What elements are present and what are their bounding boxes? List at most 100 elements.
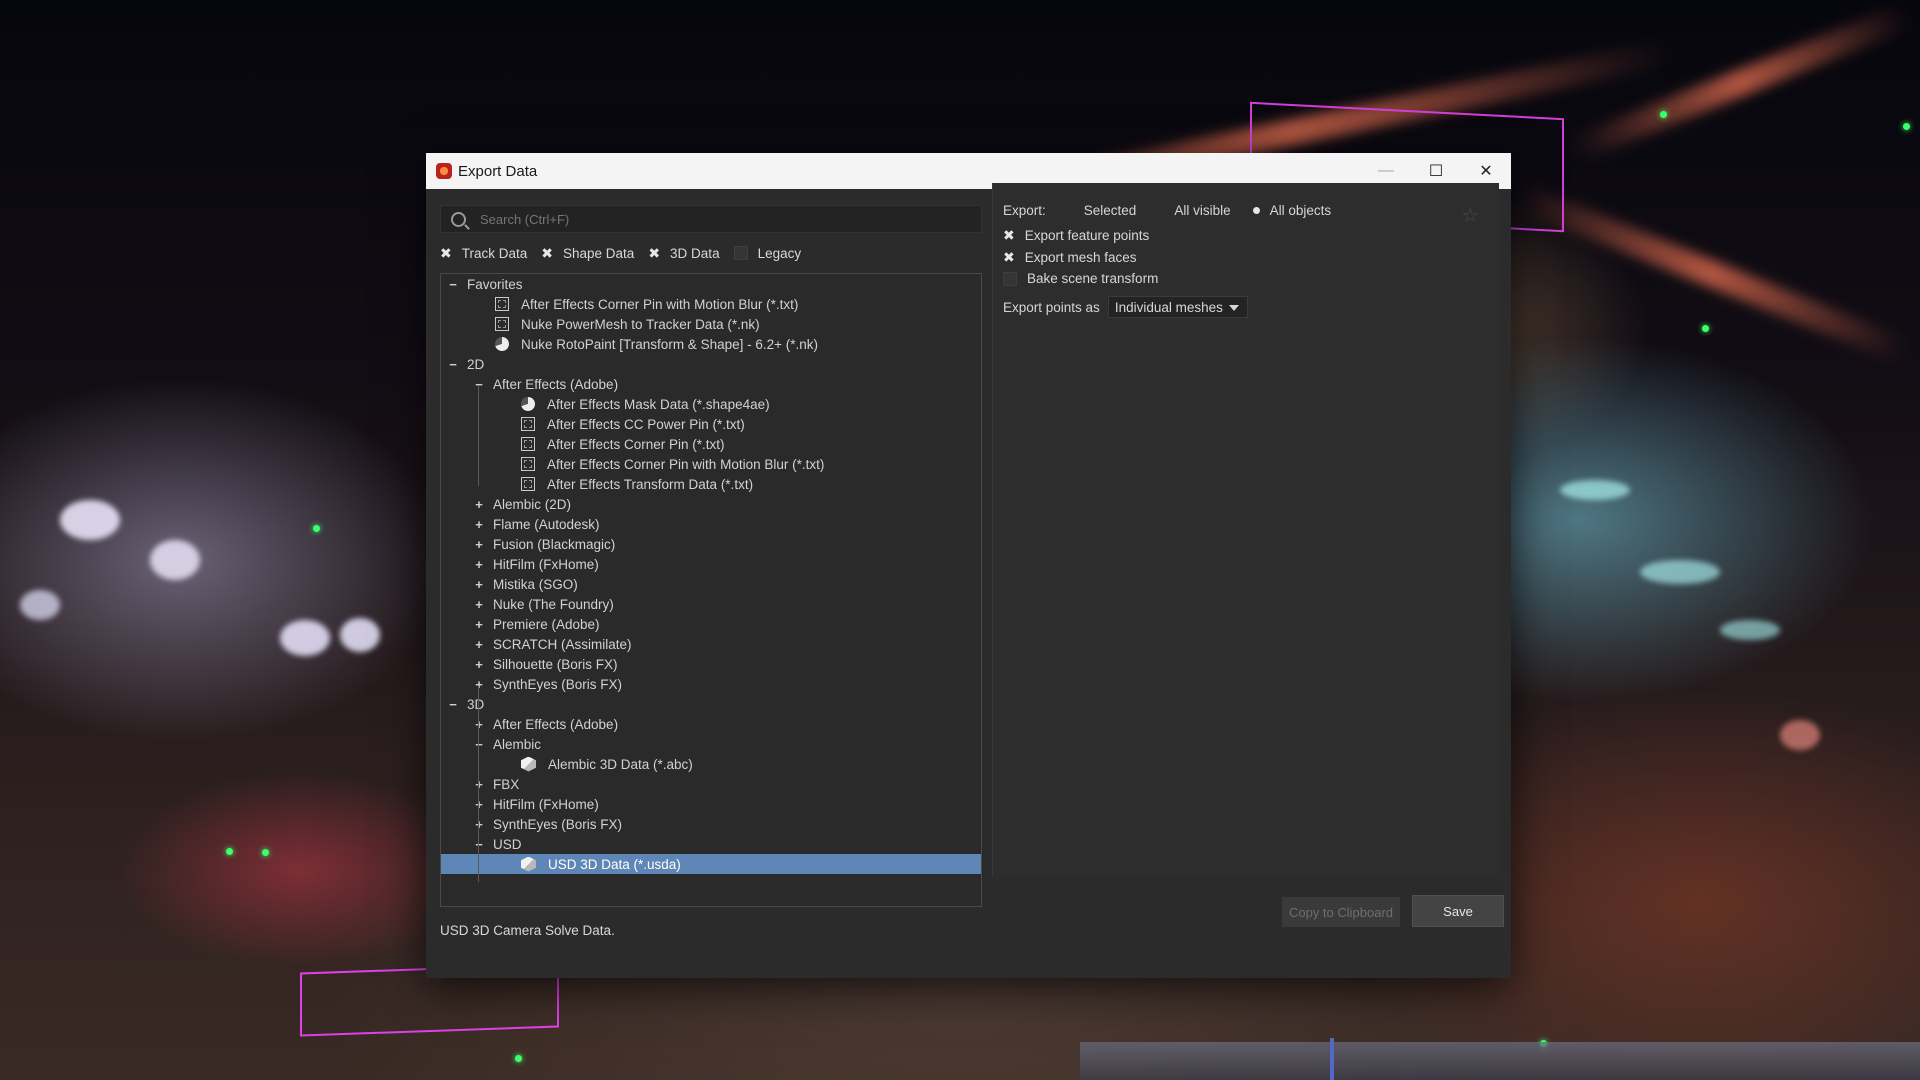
favorite-star-icon[interactable]: ☆ bbox=[1461, 203, 1479, 228]
tree-item[interactable]: After Effects Corner Pin with Motion Blu… bbox=[441, 294, 981, 314]
tree-vendor[interactable]: +Flame (Autodesk) bbox=[441, 514, 981, 534]
expand-icon[interactable]: + bbox=[473, 558, 485, 570]
tree-vendor[interactable]: + After Effects (Adobe) bbox=[441, 714, 981, 734]
tree-vendor[interactable]: +Silhouette (Boris FX) bbox=[441, 654, 981, 674]
radio-all-objects[interactable] bbox=[1251, 205, 1262, 216]
tree-vendor[interactable]: +Nuke (The Foundry) bbox=[441, 594, 981, 614]
tree-vendor[interactable]: +SynthEyes (Boris FX) bbox=[441, 814, 981, 834]
format-tree: − Favorites After Effects Corner Pin wit… bbox=[440, 273, 982, 907]
tree-vendor[interactable]: +HitFilm (FxHome) bbox=[441, 794, 981, 814]
track-point bbox=[1660, 111, 1667, 118]
search-box bbox=[440, 205, 982, 233]
expand-icon[interactable]: + bbox=[473, 638, 485, 650]
expand-icon[interactable]: + bbox=[473, 618, 485, 630]
filter-shape-data[interactable]: ✖ Shape Data bbox=[541, 245, 634, 262]
tree-item[interactable]: After Effects Mask Data (*.shape4ae) bbox=[441, 394, 981, 414]
tree-vendor[interactable]: +FBX bbox=[441, 774, 981, 794]
copy-to-clipboard-button[interactable]: Copy to Clipboard bbox=[1282, 897, 1400, 927]
tree-label: After Effects Mask Data (*.shape4ae) bbox=[547, 397, 770, 412]
tree-item[interactable]: After Effects Corner Pin with Motion Blu… bbox=[441, 454, 981, 474]
tree-vendor[interactable]: +Mistika (SGO) bbox=[441, 574, 981, 594]
points-as-dropdown[interactable]: Individual meshes bbox=[1108, 296, 1248, 318]
bokeh-light bbox=[1720, 620, 1780, 640]
expand-icon[interactable]: + bbox=[473, 678, 485, 690]
light-beam bbox=[1510, 182, 1909, 363]
search-icon bbox=[451, 212, 466, 227]
expand-icon[interactable]: + bbox=[473, 578, 485, 590]
light-beam bbox=[1568, 4, 1912, 163]
tree-item[interactable]: After Effects CC Power Pin (*.txt) bbox=[441, 414, 981, 434]
tree-label: Alembic 3D Data (*.abc) bbox=[548, 757, 693, 772]
tree-vendor[interactable]: +SynthEyes (Boris FX) bbox=[441, 674, 981, 694]
expand-icon[interactable]: + bbox=[473, 518, 485, 530]
radio-all-visible[interactable] bbox=[1156, 206, 1166, 216]
tree-vendor[interactable]: +Premiere (Adobe) bbox=[441, 614, 981, 634]
tree-vendor[interactable]: +Fusion (Blackmagic) bbox=[441, 534, 981, 554]
tree-group-2d[interactable]: − 2D bbox=[441, 354, 981, 374]
filter-track-data[interactable]: ✖ Track Data bbox=[440, 245, 527, 262]
expand-icon[interactable]: + bbox=[473, 798, 485, 810]
export-points-as-row: Export points as Individual meshes bbox=[1003, 296, 1248, 318]
filter-row: ✖ Track Data ✖ Shape Data ✖ 3D Data Lega… bbox=[440, 243, 815, 263]
bokeh-light bbox=[1780, 720, 1820, 750]
track-data-icon bbox=[495, 297, 509, 311]
tree-label: Alembic (2D) bbox=[493, 497, 571, 512]
tree-item[interactable]: Nuke RotoPaint [Transform & Shape] - 6.2… bbox=[441, 334, 981, 354]
expand-icon[interactable]: + bbox=[473, 598, 485, 610]
3d-data-icon bbox=[521, 857, 536, 872]
window-title: Export Data bbox=[458, 163, 537, 180]
radio-selected[interactable] bbox=[1066, 206, 1076, 216]
checkbox-checked-icon: ✖ bbox=[1003, 227, 1015, 244]
collapse-icon[interactable]: − bbox=[473, 838, 485, 850]
collapse-icon[interactable]: − bbox=[447, 358, 459, 370]
tree-item[interactable]: After Effects Transform Data (*.txt) bbox=[441, 474, 981, 494]
check-export-feature-points[interactable]: ✖ Export feature points bbox=[1003, 227, 1149, 244]
collapse-icon[interactable]: − bbox=[447, 278, 459, 290]
filter-legacy[interactable]: Legacy bbox=[734, 246, 802, 261]
expand-icon[interactable]: + bbox=[473, 778, 485, 790]
tree-label: After Effects Transform Data (*.txt) bbox=[547, 477, 753, 492]
app-logo-icon bbox=[436, 163, 452, 179]
filter-label: 3D Data bbox=[670, 246, 720, 261]
track-data-icon bbox=[521, 457, 535, 471]
tree-vendor-after-effects[interactable]: − After Effects (Adobe) bbox=[441, 374, 981, 394]
export-data-dialog: Export Data — ☐ ✕ ✖ Track Data ✖ Shape D… bbox=[426, 153, 1511, 978]
expand-icon[interactable]: + bbox=[473, 718, 485, 730]
tree-label: 3D bbox=[467, 697, 484, 712]
save-button[interactable]: Save bbox=[1412, 895, 1504, 927]
tree-label: HitFilm (FxHome) bbox=[493, 557, 599, 572]
checkbox-checked-icon: ✖ bbox=[648, 245, 660, 262]
expand-icon[interactable]: + bbox=[473, 538, 485, 550]
tree-vendor[interactable]: + HitFilm (FxHome) bbox=[441, 554, 981, 574]
expand-icon[interactable]: + bbox=[473, 498, 485, 510]
check-export-mesh-faces[interactable]: ✖ Export mesh faces bbox=[1003, 249, 1137, 266]
tree-label: After Effects (Adobe) bbox=[493, 717, 618, 732]
track-point bbox=[262, 849, 269, 856]
expand-icon[interactable]: + bbox=[473, 658, 485, 670]
tree-vendor[interactable]: + Alembic (2D) bbox=[441, 494, 981, 514]
options-panel: Export: Selected All visible All objects… bbox=[992, 183, 1499, 876]
tree-vendor-usd[interactable]: −USD bbox=[441, 834, 981, 854]
tree-label: Nuke RotoPaint [Transform & Shape] - 6.2… bbox=[521, 337, 818, 352]
checkbox-unchecked-icon bbox=[734, 246, 748, 260]
tree-group-3d[interactable]: − 3D bbox=[441, 694, 981, 714]
tree-group-favorites[interactable]: − Favorites bbox=[441, 274, 981, 294]
search-input[interactable] bbox=[478, 211, 962, 228]
track-point bbox=[226, 848, 233, 855]
filter-3d-data[interactable]: ✖ 3D Data bbox=[648, 245, 719, 262]
tree-item-selected[interactable]: USD 3D Data (*.usda) bbox=[441, 854, 981, 874]
tree-item[interactable]: After Effects Corner Pin (*.txt) bbox=[441, 434, 981, 454]
collapse-icon[interactable]: − bbox=[447, 698, 459, 710]
tree-label: After Effects Corner Pin (*.txt) bbox=[547, 437, 725, 452]
tree-vendor-alembic[interactable]: −Alembic bbox=[441, 734, 981, 754]
check-label: Export feature points bbox=[1025, 228, 1150, 243]
expand-icon[interactable]: + bbox=[473, 818, 485, 830]
collapse-icon[interactable]: − bbox=[473, 378, 485, 390]
tree-vendor[interactable]: +SCRATCH (Assimilate) bbox=[441, 634, 981, 654]
collapse-icon[interactable]: − bbox=[473, 738, 485, 750]
tree-item[interactable]: Alembic 3D Data (*.abc) bbox=[441, 754, 981, 774]
check-label: Bake scene transform bbox=[1027, 271, 1158, 286]
check-bake-scene-transform[interactable]: Bake scene transform bbox=[1003, 271, 1158, 286]
tree-item[interactable]: Nuke PowerMesh to Tracker Data (*.nk) bbox=[441, 314, 981, 334]
tree-label: USD 3D Data (*.usda) bbox=[548, 857, 681, 872]
